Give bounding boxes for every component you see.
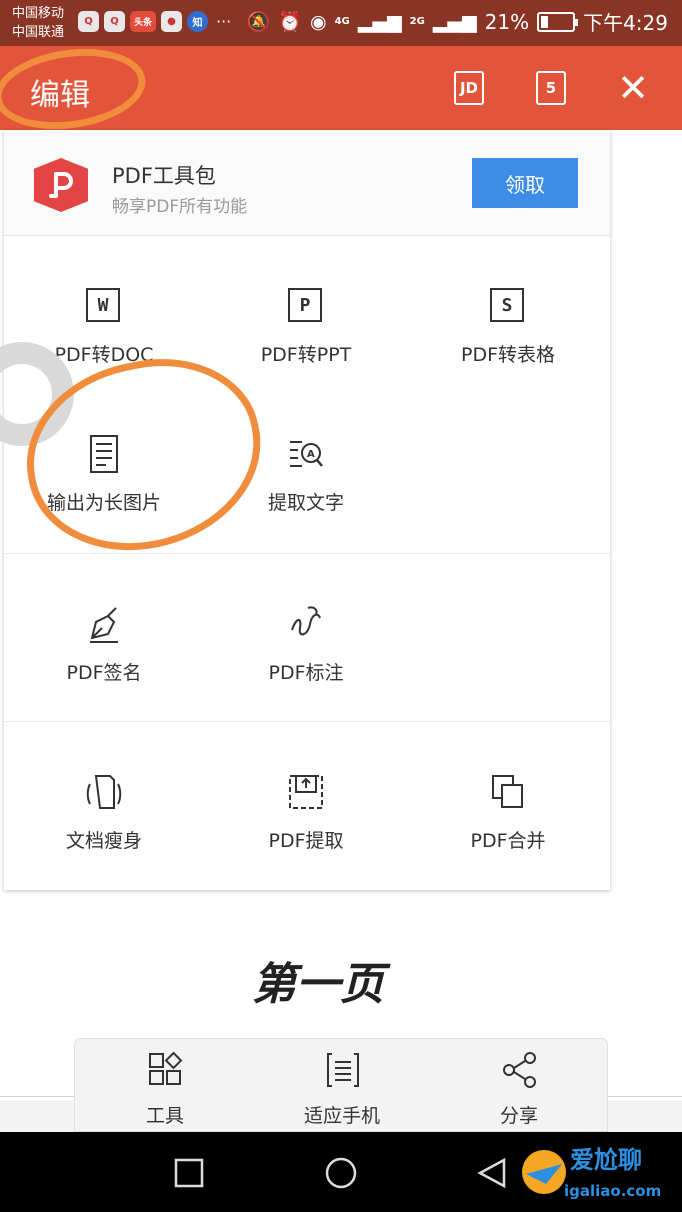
- tool-label: 文档瘦身: [65, 830, 142, 852]
- alarm-icon: ⏰: [278, 11, 302, 33]
- jd-button[interactable]: JD: [450, 68, 488, 108]
- site-watermark: 爱尬聊 igaliao.com: [514, 1136, 682, 1212]
- toutiao-icon: 头条: [130, 11, 156, 32]
- sign-tools-section: PDF签名 PDF标注: [4, 554, 610, 722]
- pdf-tools-panel: PDF工具包 畅享PDF所有功能 领取 W PDF转DOC P PDF转PPT …: [0, 130, 610, 890]
- extract-page-icon: [288, 772, 324, 812]
- more-notifications: ···: [216, 12, 232, 31]
- carrier-info: 中国移动 中国联通: [12, 4, 64, 42]
- pdf-to-ppt-tool[interactable]: P PDF转PPT: [206, 286, 406, 396]
- sheet-icon: S: [490, 286, 526, 326]
- file-tools-section: 文档瘦身 PDF提取 PDF合并: [4, 722, 610, 890]
- back-icon[interactable]: [476, 1156, 510, 1190]
- qq-icon: Q: [104, 11, 125, 32]
- fit-screen-icon: [327, 1053, 359, 1087]
- carrier-1: 中国移动: [12, 6, 65, 21]
- carrier-2: 中国联通: [12, 25, 65, 40]
- tool-label: PDF合并: [470, 830, 546, 852]
- word-icon: W: [86, 286, 122, 326]
- battery-icon: [537, 11, 579, 32]
- eye-comfort-icon: ◉: [310, 10, 327, 33]
- home-icon[interactable]: [324, 1156, 358, 1190]
- recents-icon[interactable]: [172, 1156, 206, 1190]
- pdf-toolkit-promo: PDF工具包 畅享PDF所有功能 领取: [4, 130, 610, 236]
- share-button[interactable]: 分享: [439, 1051, 599, 1131]
- close-icon: ✕: [617, 66, 649, 110]
- pdf-merge-tool[interactable]: PDF合并: [408, 772, 608, 882]
- netease-icon: ●: [161, 11, 182, 32]
- tool-label: PDF标注: [268, 662, 344, 684]
- tool-label: PDF签名: [66, 662, 142, 684]
- squiggle-icon: [288, 604, 324, 644]
- tools-label: 工具: [145, 1105, 184, 1127]
- mute-icon: 🔕: [246, 11, 271, 33]
- status-bar: 中国移动 中国联通 Q Q 头条 ● 知 ··· 🔕 ⏰ ◉ 4G ▂▄▆ 2G…: [0, 0, 682, 46]
- annotation-circle-title: [0, 39, 151, 139]
- network-4g: 4G: [334, 15, 350, 27]
- merge-icon: [490, 772, 526, 812]
- doc-slim-tool[interactable]: 文档瘦身: [4, 772, 204, 882]
- slim-doc-icon: [86, 772, 122, 812]
- clock: 下午4:29: [583, 11, 668, 35]
- claim-button[interactable]: 领取: [472, 158, 578, 208]
- tool-label: PDF提取: [268, 830, 344, 852]
- ppt-icon: P: [288, 286, 324, 326]
- watermark-url: igaliao.com: [564, 1182, 662, 1200]
- grid-icon: [149, 1051, 183, 1085]
- fit-label: 适应手机: [303, 1105, 380, 1127]
- page-count-button[interactable]: 5: [532, 68, 570, 108]
- notification-icons: Q Q 头条 ● 知 ···: [78, 11, 231, 32]
- share-icon: [503, 1052, 536, 1088]
- promo-title: PDF工具包: [112, 164, 216, 188]
- network-2g: 2G: [409, 15, 425, 27]
- text-recognition-icon: A: [288, 434, 324, 474]
- svg-text:A: A: [307, 449, 315, 460]
- q-icon: Q: [78, 11, 99, 32]
- pen-nib-icon: [86, 604, 122, 644]
- pdf-annotate-tool[interactable]: PDF标注: [206, 604, 406, 714]
- status-right: 🔕 ⏰ ◉ 4G ▂▄▆ 2G ▂▄▆ 21% 下午4:29: [247, 7, 668, 36]
- close-button[interactable]: ✕: [614, 68, 652, 108]
- zhihu-icon: 知: [187, 11, 208, 32]
- pages-icon: 5: [536, 71, 566, 105]
- page-heading: 第一页: [252, 959, 384, 1010]
- promo-subtitle: 畅享PDF所有功能: [112, 197, 248, 217]
- signal-icon-2: ▂▄▆: [432, 10, 477, 33]
- tool-label: PDF转PPT: [260, 344, 352, 366]
- jd-icon: JD: [454, 71, 484, 105]
- pdf-extract-tool[interactable]: PDF提取: [206, 772, 406, 882]
- app-bar: 编辑 JD 5 ✕: [0, 39, 682, 139]
- share-label: 分享: [499, 1105, 538, 1127]
- watermark-text: 爱尬聊: [570, 1146, 642, 1174]
- pdf-sign-tool[interactable]: PDF签名: [4, 604, 204, 714]
- tools-button[interactable]: 工具: [85, 1051, 245, 1131]
- bottom-toolbar: 工具 适应手机 分享: [74, 1038, 608, 1132]
- battery-percent: 21%: [484, 9, 530, 34]
- tool-label: PDF转表格: [460, 344, 556, 366]
- signal-icon: ▂▄▆: [357, 10, 402, 33]
- fit-phone-button[interactable]: 适应手机: [262, 1051, 422, 1131]
- pdf-to-sheet-tool[interactable]: S PDF转表格: [408, 286, 608, 396]
- pdf-logo-icon: [34, 158, 88, 212]
